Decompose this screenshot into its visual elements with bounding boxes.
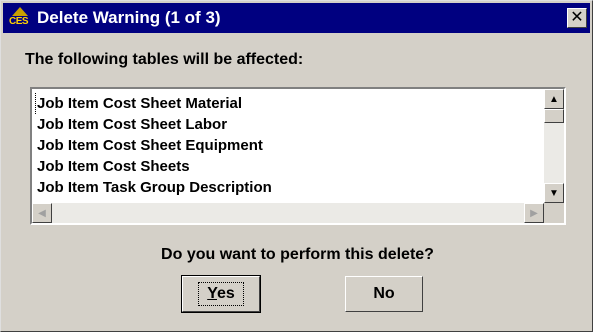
list-item[interactable]: Job Item Cost Sheet Labor bbox=[37, 114, 547, 135]
title-bar: CES Delete Warning (1 of 3) ✕ bbox=[3, 3, 590, 33]
close-icon: ✕ bbox=[570, 9, 584, 26]
vertical-scroll-thumb[interactable] bbox=[544, 109, 564, 123]
yes-button-focus: Yes bbox=[198, 282, 244, 306]
list-items: Job Item Cost Sheet Material Job Item Co… bbox=[35, 93, 547, 198]
scroll-up-button[interactable]: ▲ bbox=[544, 89, 564, 109]
no-label: No bbox=[373, 285, 395, 302]
list-item[interactable]: Job Item Cost Sheets bbox=[37, 156, 547, 177]
list-item[interactable]: Job Item Cost Sheet Material bbox=[35, 93, 547, 114]
no-button[interactable]: No bbox=[345, 276, 423, 312]
list-item[interactable]: Job Item Task Group Description bbox=[37, 177, 547, 198]
close-button[interactable]: ✕ bbox=[567, 8, 587, 28]
horizontal-scrollbar[interactable]: ◀ ▶ bbox=[32, 203, 544, 223]
app-icon-roof bbox=[12, 7, 28, 16]
vertical-scrollbar[interactable]: ▲ ▼ bbox=[544, 89, 564, 203]
scrollbar-corner bbox=[544, 203, 564, 223]
scroll-left-button[interactable]: ◀ bbox=[32, 203, 52, 223]
arrow-down-icon: ▼ bbox=[549, 187, 559, 199]
delete-confirmation-question: Do you want to perform this delete? bbox=[161, 246, 434, 263]
scroll-down-button[interactable]: ▼ bbox=[544, 183, 564, 203]
affected-tables-heading: The following tables will be affected: bbox=[25, 51, 304, 68]
list-item[interactable]: Job Item Cost Sheet Equipment bbox=[37, 135, 547, 156]
yes-mnemonic: Y bbox=[207, 285, 217, 302]
app-icon-text: CES bbox=[9, 16, 29, 27]
scroll-right-button[interactable]: ▶ bbox=[524, 203, 544, 223]
app-icon: CES bbox=[9, 7, 31, 29]
yes-button[interactable]: Yes bbox=[181, 275, 261, 313]
delete-warning-dialog: CES Delete Warning (1 of 3) ✕ The follow… bbox=[0, 0, 593, 332]
dialog-title: Delete Warning (1 of 3) bbox=[37, 8, 221, 27]
yes-label-rest: es bbox=[217, 285, 235, 302]
affected-tables-list[interactable]: Job Item Cost Sheet Material Job Item Co… bbox=[30, 87, 566, 225]
arrow-up-icon: ▲ bbox=[549, 93, 559, 105]
arrow-left-icon: ◀ bbox=[38, 207, 46, 219]
arrow-right-icon: ▶ bbox=[530, 207, 538, 219]
